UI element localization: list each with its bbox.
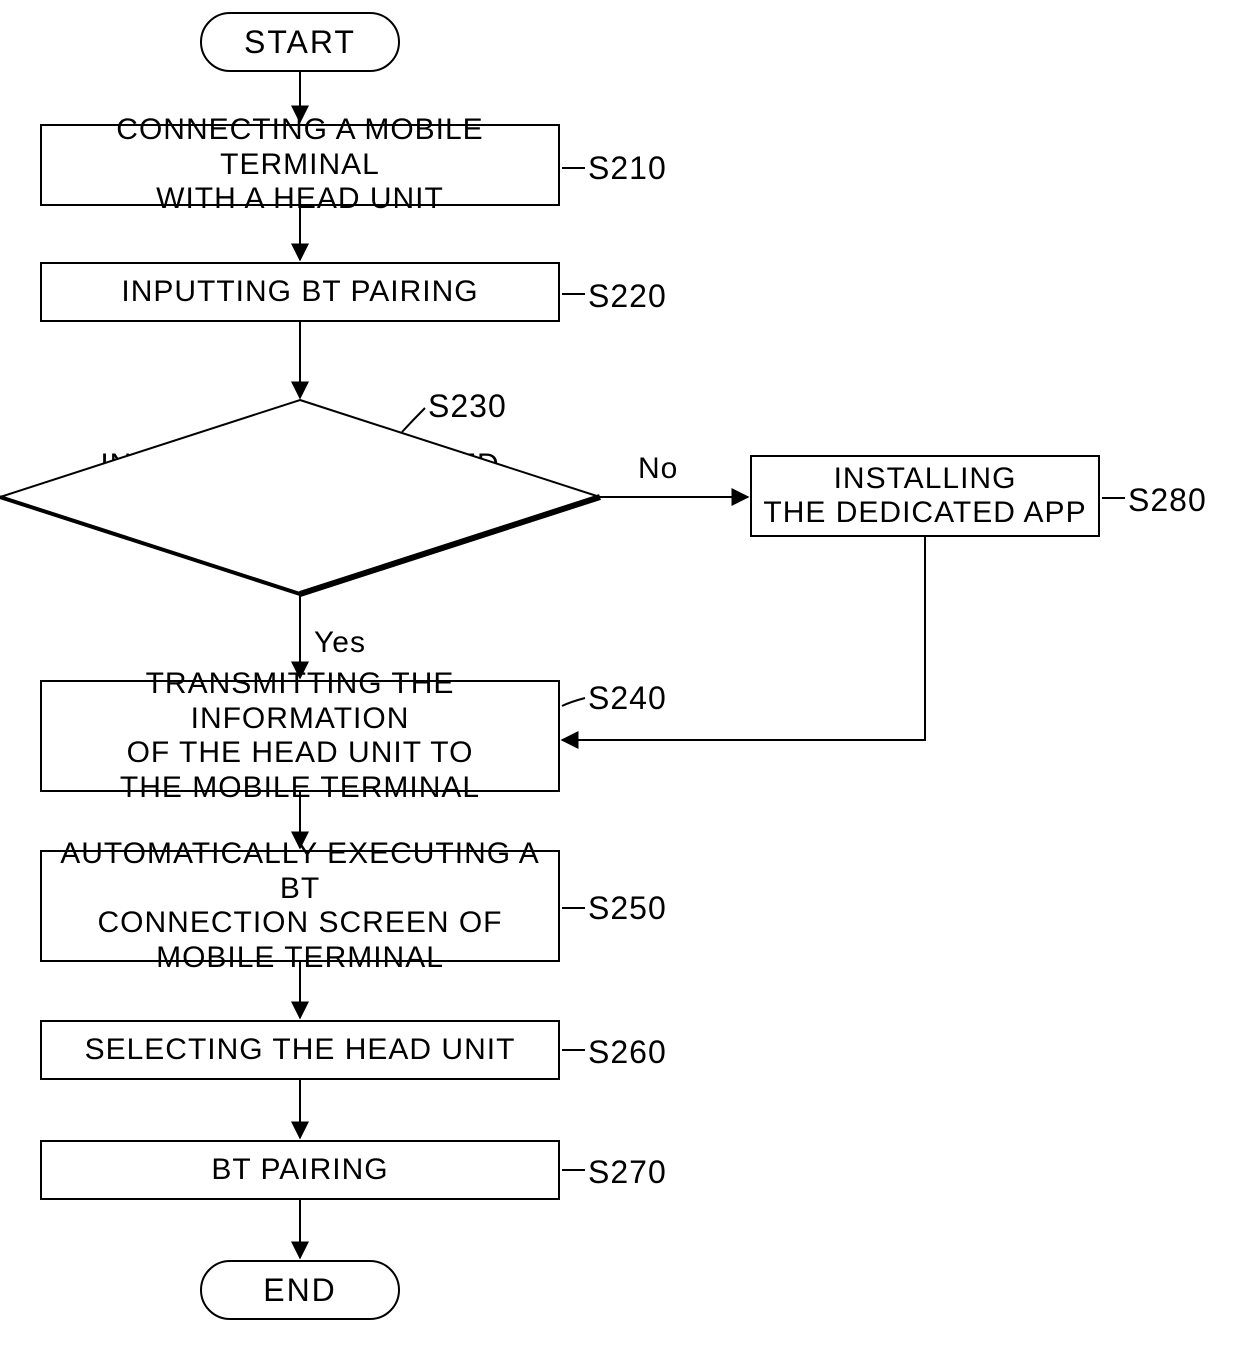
process-s210: CONNECTING A MOBILE TERMINALWITH A HEAD … xyxy=(40,124,560,206)
process-s280: INSTALLINGTHE DEDICATED APP xyxy=(750,455,1100,537)
tag-s220: S220 xyxy=(588,278,667,315)
decision-s230 xyxy=(0,400,600,594)
edge-label-no: No xyxy=(638,452,678,486)
process-s270: BT PAIRING xyxy=(40,1140,560,1200)
flowchart-canvas: START CONNECTING A MOBILE TERMINALWITH A… xyxy=(0,0,1240,1364)
process-s260-text: SELECTING THE HEAD UNIT xyxy=(85,1033,516,1068)
process-s260: SELECTING THE HEAD UNIT xyxy=(40,1020,560,1080)
tag-s230: S230 xyxy=(428,388,507,425)
terminator-end-text: END xyxy=(263,1272,337,1309)
process-s220: INPUTTING BT PAIRING xyxy=(40,262,560,322)
process-s240: TRANSMITTING THE INFORMATIONOF THE HEAD … xyxy=(40,680,560,792)
process-s270-text: BT PAIRING xyxy=(211,1153,388,1188)
terminator-start: START xyxy=(200,12,400,72)
process-s280-text: INSTALLINGTHE DEDICATED APP xyxy=(763,462,1086,531)
tag-s240: S240 xyxy=(588,680,667,717)
process-s250: AUTOMATICALLY EXECUTING A BTCONNECTION S… xyxy=(40,850,560,962)
terminator-end: END xyxy=(200,1260,400,1320)
process-s220-text: INPUTTING BT PAIRING xyxy=(121,275,478,310)
process-s240-text: TRANSMITTING THE INFORMATIONOF THE HEAD … xyxy=(50,667,550,805)
process-s250-text: AUTOMATICALLY EXECUTING A BTCONNECTION S… xyxy=(50,837,550,975)
tag-s270: S270 xyxy=(588,1154,667,1191)
process-s210-text: CONNECTING A MOBILE TERMINALWITH A HEAD … xyxy=(50,113,550,217)
terminator-start-text: START xyxy=(244,24,356,61)
decision-s230-text: INSTALLING A DEDICATEDAPP TO THE MOBILET… xyxy=(100,448,500,552)
tag-s210: S210 xyxy=(588,150,667,187)
tag-s280: S280 xyxy=(1128,482,1207,519)
tag-s260: S260 xyxy=(588,1034,667,1071)
edge-label-yes: Yes xyxy=(314,626,366,660)
tag-s250: S250 xyxy=(588,890,667,927)
